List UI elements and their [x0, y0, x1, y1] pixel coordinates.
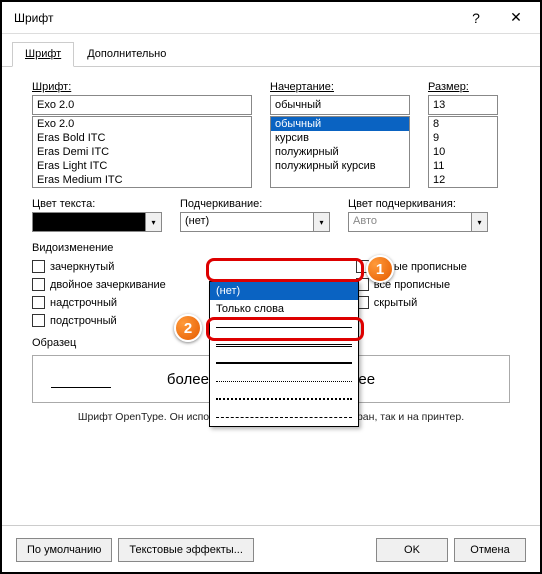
list-item[interactable]: 11 — [429, 159, 497, 173]
label-textcolor: Цвет текста: — [32, 198, 162, 210]
footer: По умолчанию Текстовые эффекты... OK Отм… — [2, 525, 540, 562]
dd-option-double[interactable] — [210, 336, 358, 354]
font-input[interactable] — [32, 95, 252, 115]
check-sub[interactable]: подстрочный — [32, 314, 166, 327]
check-dstrike[interactable]: двойное зачеркивание — [32, 278, 166, 291]
chevron-down-icon: ▾ — [145, 213, 161, 231]
font-list[interactable]: Exo 2.0 Eras Bold ITC Eras Demi ITC Eras… — [32, 116, 252, 188]
dd-option-none[interactable]: (нет) — [210, 282, 358, 300]
sample-underline — [51, 387, 111, 388]
label-style: Начертание: — [270, 81, 410, 93]
label-size: Размер: — [428, 81, 498, 93]
underlinecolor-value: Авто — [349, 213, 471, 231]
underline-dropdown[interactable]: (нет) Только слова — [209, 281, 359, 427]
size-input[interactable] — [428, 95, 498, 115]
list-item[interactable]: курсив — [271, 131, 409, 145]
style-input[interactable] — [270, 95, 410, 115]
check-hidden[interactable]: скрытый — [356, 296, 467, 309]
window-title: Шрифт — [14, 11, 456, 25]
label-underline: Подчеркивание: — [180, 198, 330, 210]
list-item[interactable]: Eras Demi ITC — [33, 145, 251, 159]
tab-font[interactable]: Шрифт — [12, 42, 74, 67]
list-item[interactable]: 8 — [429, 117, 497, 131]
underlinecolor-combo[interactable]: Авто ▾ — [348, 212, 488, 232]
dd-option-words[interactable]: Только слова — [210, 300, 358, 318]
list-item[interactable]: Eras Bold ITC — [33, 131, 251, 145]
chevron-down-icon: ▾ — [471, 213, 487, 231]
textcolor-combo[interactable]: ▾ — [32, 212, 162, 232]
underline-value: (нет) — [181, 213, 313, 231]
label-effects: Видоизменение — [32, 242, 510, 254]
size-list[interactable]: 8 9 10 11 12 — [428, 116, 498, 188]
label-underlinecolor: Цвет подчеркивания: — [348, 198, 488, 210]
tab-bar: Шрифт Дополнительно — [2, 34, 540, 67]
check-super[interactable]: надстрочный — [32, 296, 166, 309]
ok-button[interactable]: OK — [376, 538, 448, 562]
default-button[interactable]: По умолчанию — [16, 538, 112, 562]
style-list[interactable]: обычный курсив полужирный полужирный кур… — [270, 116, 410, 188]
titlebar: Шрифт ? ✕ — [2, 2, 540, 34]
dd-option-dotted2[interactable] — [210, 390, 358, 408]
list-item[interactable]: обычный — [271, 117, 409, 131]
tab-advanced[interactable]: Дополнительно — [74, 42, 179, 66]
label-font: Шрифт: — [32, 81, 252, 93]
check-strike[interactable]: зачеркнутый — [32, 260, 166, 273]
list-item[interactable]: Eras Medium ITC — [33, 173, 251, 187]
list-item[interactable]: полужирный — [271, 145, 409, 159]
list-item[interactable]: Exo 2.0 — [33, 117, 251, 131]
underline-combo[interactable]: (нет) ▾ — [180, 212, 330, 232]
annotation-badge-2: 2 — [174, 314, 202, 342]
help-button[interactable]: ? — [456, 4, 496, 32]
list-item[interactable]: 12 — [429, 173, 497, 187]
close-button[interactable]: ✕ — [496, 4, 536, 32]
list-item[interactable]: полужирный курсив — [271, 159, 409, 173]
dd-option-dashed[interactable] — [210, 408, 358, 426]
color-swatch — [33, 213, 145, 231]
list-item[interactable]: Eras Light ITC — [33, 159, 251, 173]
texteffects-button[interactable]: Текстовые эффекты... — [118, 538, 254, 562]
dd-option-single[interactable] — [210, 318, 358, 336]
dd-option-dotted[interactable] — [210, 372, 358, 390]
cancel-button[interactable]: Отмена — [454, 538, 526, 562]
annotation-badge-1: 1 — [366, 255, 394, 283]
list-item[interactable]: 10 — [429, 145, 497, 159]
chevron-down-icon: ▾ — [313, 213, 329, 231]
dd-option-thick[interactable] — [210, 354, 358, 372]
list-item[interactable]: 9 — [429, 131, 497, 145]
list-item[interactable]: Exo 2.0 — [33, 187, 251, 188]
